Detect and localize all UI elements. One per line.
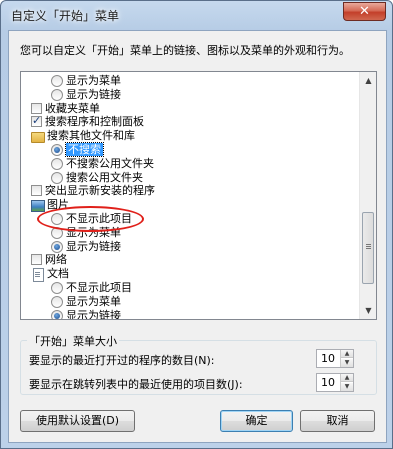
list-item[interactable]: 搜索其他文件和库 xyxy=(31,129,135,144)
list-item[interactable]: 显示为链接 xyxy=(51,88,121,102)
annotation-ellipse xyxy=(37,206,144,232)
radio-button[interactable] xyxy=(51,75,63,87)
list-item-label: 搜索程序和控制面板 xyxy=(45,115,144,129)
start-menu-size-group: 「开始」菜单大小 要显示的最近打开过的程序的数目(N): 10 ▲ ▼ 要显示在… xyxy=(20,333,377,395)
cancel-button[interactable]: 取消 xyxy=(300,410,375,432)
spin-down-button[interactable]: ▼ xyxy=(341,359,353,367)
recent-programs-value[interactable]: 10 xyxy=(321,352,335,365)
list-item[interactable]: 突出显示新安装的程序 xyxy=(31,184,155,198)
spinner-buttons: ▲ ▼ xyxy=(340,350,353,367)
list-item[interactable]: 文档 xyxy=(31,267,69,283)
scrollbar-thumb[interactable] xyxy=(362,212,374,284)
list-item-label: 突出显示新安装的程序 xyxy=(45,184,155,198)
list-item[interactable]: 不显示此项目 xyxy=(51,281,132,295)
dialog-client-area: 您可以自定义「开始」菜单上的链接、图标以及菜单的外观和行为。 显示为菜单 显示为链… xyxy=(8,30,387,443)
list-item-label: 显示为链接 xyxy=(66,87,121,101)
list-item-label: 收藏夹菜单 xyxy=(45,101,100,115)
customize-start-menu-dialog: 自定义「开始」菜单 ✕ 您可以自定义「开始」菜单上的链接、图标以及菜单的外观和行… xyxy=(0,0,393,449)
radio-button[interactable] xyxy=(51,309,63,319)
recent-programs-label: 要显示的最近打开过的程序的数目(N): xyxy=(29,354,215,367)
list-item-label: 显示为菜单 xyxy=(66,294,121,308)
scroll-up-arrow[interactable]: ▲ xyxy=(360,72,376,89)
title-bar[interactable]: 自定义「开始」菜单 ✕ xyxy=(1,1,392,31)
checkbox[interactable] xyxy=(31,254,42,266)
radio-button[interactable] xyxy=(51,157,63,170)
use-default-settings-button[interactable]: 使用默认设置(D) xyxy=(20,410,135,432)
checkbox[interactable] xyxy=(31,114,42,128)
spinner-buttons: ▲ ▼ xyxy=(340,374,353,391)
jump-list-label: 要显示在跳转列表中的最近使用的项目数(J): xyxy=(29,378,243,391)
list-item[interactable]: 不搜索公用文件夹 xyxy=(51,157,154,171)
list-item[interactable]: 显示为链接 xyxy=(51,308,121,320)
list-item-label: 显示为链接 xyxy=(66,239,121,253)
checkbox[interactable] xyxy=(31,185,42,197)
list-item[interactable]: 显示为菜单 xyxy=(51,74,121,88)
jump-list-spinner[interactable]: 10 ▲ ▼ xyxy=(316,373,354,392)
documents-icon xyxy=(31,268,44,283)
radio-button[interactable] xyxy=(51,240,63,253)
list-item-label: 不搜索公用文件夹 xyxy=(66,156,154,170)
radio-button[interactable] xyxy=(51,295,63,308)
list-item-label: 显示为链接 xyxy=(66,308,121,320)
list-item[interactable]: 搜索程序和控制面板 xyxy=(31,114,144,129)
folder-icon xyxy=(31,130,45,144)
jump-list-value[interactable]: 10 xyxy=(321,376,335,389)
list-item[interactable]: 显示为链接 xyxy=(51,240,121,254)
spin-up-button[interactable]: ▲ xyxy=(341,350,353,358)
list-item[interactable]: 显示为菜单 xyxy=(51,295,121,309)
list-item-label: 网络 xyxy=(45,253,67,267)
window-title: 自定义「开始」菜单 xyxy=(11,9,120,23)
list-item-label: 不显示此项目 xyxy=(66,281,132,294)
list-item-label: 不搜索 xyxy=(65,142,104,157)
close-button[interactable]: ✕ xyxy=(343,2,386,21)
start-menu-options-list[interactable]: 显示为菜单显示为链接收藏夹菜单搜索程序和控制面板搜索其他文件和库不搜索不搜索公用… xyxy=(20,71,377,320)
list-item[interactable]: 不搜索 xyxy=(51,142,104,157)
recent-programs-spinner[interactable]: 10 ▲ ▼ xyxy=(316,349,354,368)
checkbox[interactable] xyxy=(31,102,42,114)
group-legend: 「开始」菜单大小 xyxy=(27,333,119,349)
scroll-down-arrow[interactable]: ▼ xyxy=(360,302,376,319)
list-item[interactable]: 搜索公用文件夹 xyxy=(51,171,143,185)
radio-button[interactable] xyxy=(51,282,63,294)
list-item-label: 文档 xyxy=(47,267,69,281)
list-item-label: 搜索公用文件夹 xyxy=(66,170,143,184)
list-item[interactable]: 收藏夹菜单 xyxy=(31,102,100,116)
list-item-label: 显示为菜单 xyxy=(66,74,121,87)
list-item[interactable]: 网络 xyxy=(31,253,67,267)
radio-button[interactable] xyxy=(51,171,63,184)
vertical-scrollbar[interactable]: ▲ ▼ xyxy=(359,72,376,319)
spin-down-button[interactable]: ▼ xyxy=(341,383,353,391)
pictures-icon xyxy=(31,199,45,213)
description-text: 您可以自定义「开始」菜单上的链接、图标以及菜单的外观和行为。 xyxy=(20,44,350,57)
radio-button[interactable] xyxy=(51,144,63,156)
ok-button[interactable]: 确定 xyxy=(220,410,293,432)
radio-button[interactable] xyxy=(51,88,63,101)
spin-up-button[interactable]: ▲ xyxy=(341,374,353,382)
list-item-label: 搜索其他文件和库 xyxy=(47,129,135,143)
